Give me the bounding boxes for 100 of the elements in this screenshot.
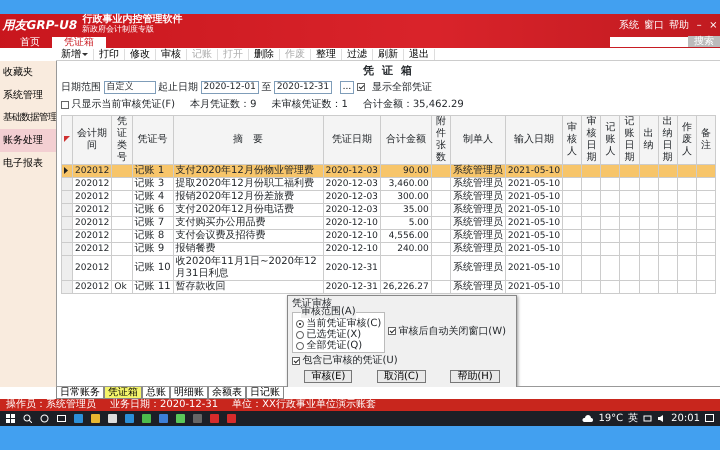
app-title: 行政事业内控管理软件 (82, 15, 182, 25)
date-field[interactable]: 2020-12-31 (274, 80, 332, 94)
table-cell: 记账 7 (132, 216, 174, 229)
toolbar-button[interactable]: 刷新 (373, 48, 404, 60)
table-cell: 2020-12-31 (323, 255, 380, 280)
date-range-select[interactable]: 自定义 (104, 80, 156, 94)
menu-item[interactable]: 帮助 (669, 18, 690, 32)
column-header[interactable]: 摘 要 (173, 115, 324, 164)
column-header[interactable]: 备注 (696, 115, 716, 164)
column-header[interactable]: 出纳日期 (658, 115, 678, 164)
column-header[interactable]: 合计金额 (380, 115, 432, 164)
table-cell: 记账 10 (132, 255, 174, 280)
table-cell: 2021-05-10 (505, 177, 563, 190)
table-cell: 报销2020年12月份差旅费 (173, 190, 324, 203)
column-header[interactable]: 会计期间 (72, 115, 112, 164)
column-header[interactable]: 附件张数 (431, 115, 450, 164)
column-header[interactable]: 制单人 (450, 115, 506, 164)
table-cell: 2020-12-10 (323, 242, 380, 255)
table-cell: 系统管理员 (450, 164, 506, 177)
row-header[interactable] (62, 164, 72, 177)
column-header[interactable]: 审核人 (562, 115, 582, 164)
table-cell: 202012 (72, 229, 112, 242)
table-cell: 2021-05-10 (505, 190, 563, 203)
table-cell: 4,556.00 (380, 229, 432, 242)
checkbox[interactable] (356, 83, 365, 91)
checkbox[interactable] (292, 356, 300, 364)
table-cell: 报销餐费 (173, 242, 324, 255)
sheet-tab[interactable]: 余额表 (208, 387, 246, 399)
table-cell: 300.00 (380, 190, 432, 203)
search-icon[interactable] (23, 414, 32, 423)
table-cell: 系统管理员 (450, 255, 506, 280)
summary-text: 合计金额：35,462.29 (362, 98, 464, 112)
date-field[interactable]: 2020-12-01 (200, 80, 259, 94)
more-button[interactable]: ... (340, 80, 354, 94)
table-cell: 系统管理员 (450, 280, 506, 293)
column-header[interactable]: 审核日期 (582, 115, 601, 164)
window-control[interactable]: × (709, 20, 718, 30)
menu-item[interactable]: 系统 (619, 18, 640, 32)
dialog-button[interactable]: 帮助(H) (450, 370, 500, 382)
toolbar-button[interactable]: 整理 (311, 48, 342, 60)
task-view-icon[interactable] (57, 414, 66, 423)
sidebar-item[interactable]: 电子报表 (0, 152, 56, 176)
toolbar-button[interactable]: 过滤 (342, 48, 373, 60)
window-control[interactable]: – (696, 20, 702, 30)
sheet-tab[interactable]: 日常账务 (56, 387, 104, 399)
table-cell: 2021-05-10 (505, 255, 563, 280)
table-cell: 收2020年11月1日~2020年12月31日利息 (173, 255, 324, 280)
checkbox[interactable] (61, 100, 69, 108)
radio-button[interactable] (296, 320, 304, 328)
circle-icon[interactable] (40, 414, 49, 423)
radio-button[interactable] (296, 330, 304, 338)
column-header[interactable]: 记账日期 (620, 115, 640, 164)
sheet-tab[interactable]: 日记账 (246, 387, 284, 399)
clock-text[interactable]: 20:01 (671, 411, 700, 426)
column-header[interactable]: 作废人 (677, 115, 696, 164)
checkbox[interactable] (388, 327, 396, 335)
windows-start-icon[interactable] (6, 414, 15, 423)
dialog-button[interactable]: 取消(C) (376, 370, 426, 382)
column-header[interactable]: 输入日期 (505, 115, 563, 164)
column-header[interactable]: 凭证号 (132, 115, 174, 164)
toolbar-button[interactable]: 审核 (156, 48, 187, 60)
sheet-tab[interactable]: 总账 (142, 387, 170, 399)
toolbar-button[interactable]: 新增 (56, 48, 94, 60)
dialog-button[interactable]: 审核(E) (304, 370, 352, 382)
sidebar-item[interactable]: 系统管理 (0, 84, 56, 107)
toolbar-button[interactable]: 打印 (94, 48, 125, 60)
search-field[interactable] (610, 37, 688, 47)
tab[interactable]: 凭证箱 (52, 37, 106, 48)
sheet-tab[interactable]: 凭证箱 (104, 387, 142, 399)
status-text: 操作员：系统管理员 (6, 399, 96, 411)
column-header[interactable]: 凭证日期 (323, 115, 380, 164)
toolbar-button[interactable]: 退出 (404, 48, 435, 60)
table-cell: 系统管理员 (450, 203, 506, 216)
radio-button[interactable] (296, 342, 304, 350)
table-cell: 202012 (72, 255, 112, 280)
tab[interactable]: 首页 (8, 37, 52, 48)
sheet-tab[interactable]: 明细账 (170, 387, 208, 399)
table-cell: 2021-05-10 (505, 280, 563, 293)
input-method-text[interactable]: 英 (628, 411, 638, 426)
table-cell: 26,226.27 (380, 280, 432, 293)
table-cell: 2020-12-10 (323, 229, 380, 242)
checkbox-label: 只显示当前审核凭证(F) (72, 98, 176, 112)
toolbar-button[interactable]: 修改 (125, 48, 156, 60)
table-cell: 记账 3 (132, 177, 174, 190)
sidebar-item[interactable]: 账务处理 (0, 129, 56, 152)
option-label: 已选凭证(X) (306, 329, 362, 340)
table-cell: 5.00 (380, 216, 432, 229)
table-cell: 202012 (72, 280, 112, 293)
sidebar-item[interactable]: 收藏夹 (0, 61, 56, 84)
caret-icon (82, 52, 88, 56)
table-cell: 2020-12-03 (323, 190, 380, 203)
menu-item[interactable]: 窗口 (644, 18, 664, 32)
checkbox-label: 显示全部凭证 (372, 80, 432, 94)
column-header[interactable]: 出纳 (639, 115, 658, 164)
table-cell: 系统管理员 (450, 229, 506, 242)
column-header[interactable]: 凭证类号 (112, 115, 132, 164)
filter-label: 起止日期 (158, 80, 198, 94)
toolbar-button[interactable]: 删除 (249, 48, 280, 60)
column-header[interactable]: 记账人 (600, 115, 620, 164)
table-cell: 2020-12-03 (323, 177, 380, 190)
